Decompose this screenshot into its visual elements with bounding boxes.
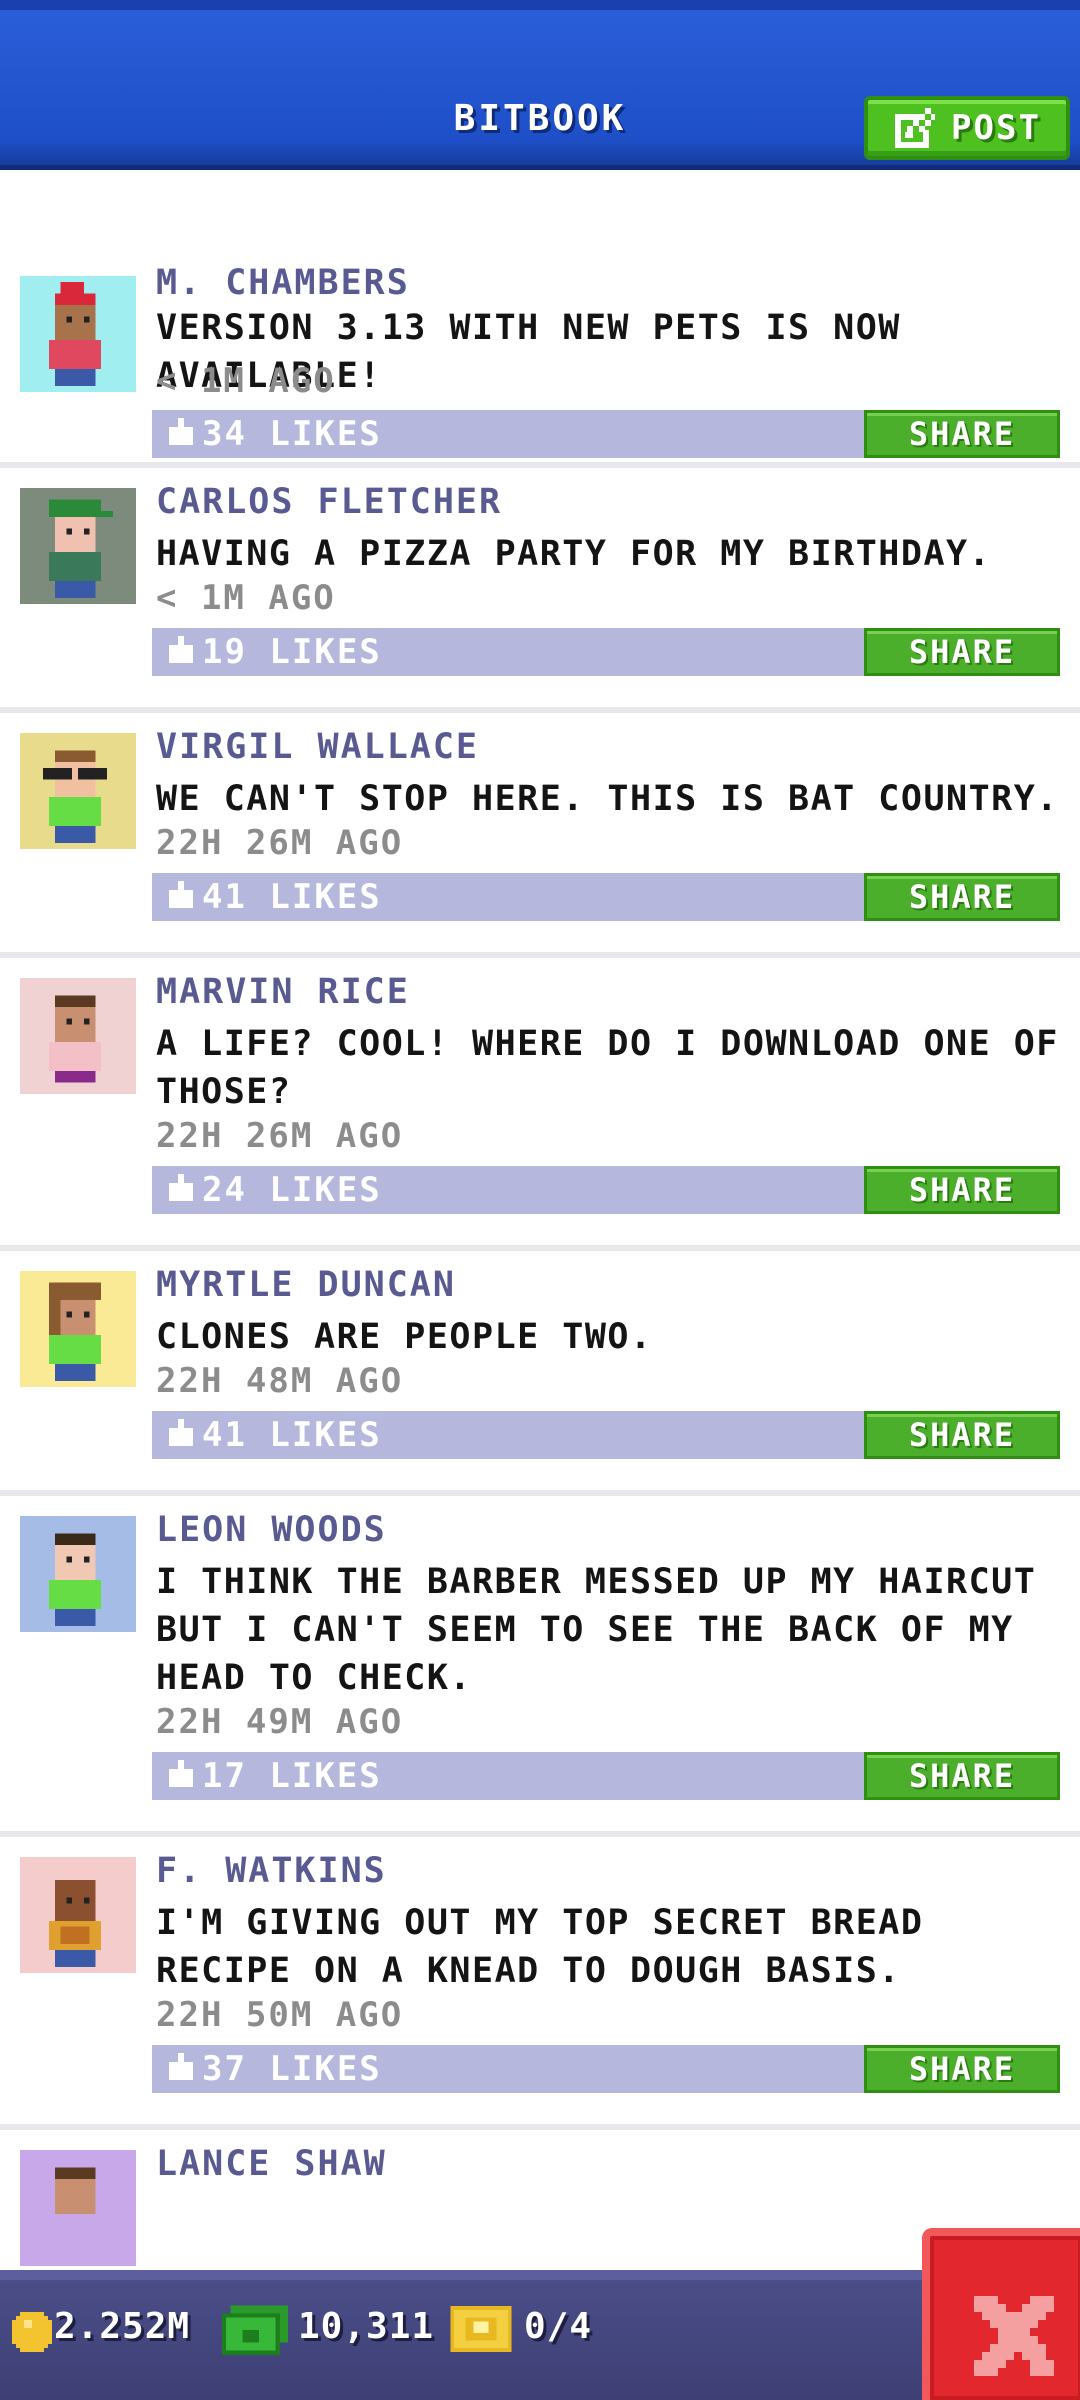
status-bar: 2.252M 10,311 0/4 xyxy=(0,2270,1080,2400)
share-button[interactable]: SHARE xyxy=(864,410,1060,458)
likes-count: 24 LIKES xyxy=(202,1170,382,1210)
close-button[interactable] xyxy=(922,2228,1080,2400)
feed-post: MARVIN RICE A LIFE? COOL! WHERE DO I DOW… xyxy=(0,958,1080,1251)
post-text: CLONES ARE PEOPLE TWO. xyxy=(156,1317,653,1357)
post-timestamp: 22H 26M AGO xyxy=(156,1116,404,1156)
feed-post: VIRGIL WALLACE WE CAN'T STOP HERE. THIS … xyxy=(0,713,1080,958)
post-timestamp: 22H 50M AGO xyxy=(156,1995,404,2035)
bux-icon xyxy=(222,2305,288,2355)
post-text: I'M GIVING OUT MY TOP SECRET BREAD RECIP… xyxy=(156,1903,924,1991)
post-button-label: POST xyxy=(951,108,1041,148)
thumbs-up-icon[interactable] xyxy=(166,1174,196,1204)
post-timestamp: 22H 26M AGO xyxy=(156,823,404,863)
likes-count: 37 LIKES xyxy=(202,2049,382,2089)
coins-count: 2.252M xyxy=(54,2306,191,2347)
likes-bar: 41 LIKES SHARE xyxy=(152,1411,1060,1459)
likes-bar: 24 LIKES SHARE xyxy=(152,1166,1060,1214)
post-author[interactable]: CARLOS FLETCHER xyxy=(156,482,502,522)
likes-bar: 19 LIKES SHARE xyxy=(152,628,1060,676)
post-author[interactable]: M. CHAMBERS xyxy=(156,263,410,303)
likes-count: 17 LIKES xyxy=(202,1756,382,1796)
post-author[interactable]: MYRTLE DUNCAN xyxy=(156,1265,456,1305)
avatar[interactable] xyxy=(20,978,136,1094)
bux-count: 10,311 xyxy=(298,2306,435,2347)
feed-post: CARLOS FLETCHER HAVING A PIZZA PARTY FOR… xyxy=(0,468,1080,713)
post-author[interactable]: LEON WOODS xyxy=(156,1510,387,1550)
avatar[interactable] xyxy=(20,1516,136,1632)
avatar[interactable] xyxy=(20,276,136,392)
likes-count: 41 LIKES xyxy=(202,877,382,917)
thumbs-up-icon[interactable] xyxy=(166,418,196,448)
post-timestamp: < 1M AGO xyxy=(156,578,336,618)
feed-post: MYRTLE DUNCAN CLONES ARE PEOPLE TWO. 22H… xyxy=(0,1251,1080,1496)
thumbs-up-icon[interactable] xyxy=(166,636,196,666)
post-timestamp: 22H 48M AGO xyxy=(156,1361,404,1401)
avatar[interactable] xyxy=(20,488,136,604)
post-author[interactable]: VIRGIL WALLACE xyxy=(156,727,479,767)
feed-post: F. WATKINS I'M GIVING OUT MY TOP SECRET … xyxy=(0,1837,1080,2130)
share-button[interactable]: SHARE xyxy=(864,2045,1060,2093)
feed-list[interactable]: M. CHAMBERS VERSION 3.13 WITH NEW PETS I… xyxy=(0,170,1080,2270)
share-button[interactable]: SHARE xyxy=(864,873,1060,921)
post-author[interactable]: F. WATKINS xyxy=(156,1851,387,1891)
post-text: A LIFE? COOL! WHERE DO I DOWNLOAD ONE OF… xyxy=(156,1024,1059,1112)
ticket-icon xyxy=(450,2306,512,2352)
edit-icon xyxy=(895,108,936,148)
share-button[interactable]: SHARE xyxy=(864,1166,1060,1214)
close-icon xyxy=(974,2296,1054,2376)
thumbs-up-icon[interactable] xyxy=(166,881,196,911)
avatar[interactable] xyxy=(20,1857,136,1973)
likes-bar: 41 LIKES SHARE xyxy=(152,873,1060,921)
thumbs-up-icon[interactable] xyxy=(166,1419,196,1449)
post-text: HAVING A PIZZA PARTY FOR MY BIRTHDAY. xyxy=(156,534,992,574)
post-author[interactable]: LANCE SHAW xyxy=(156,2144,387,2184)
share-button[interactable]: SHARE xyxy=(864,1411,1060,1459)
post-author[interactable]: MARVIN RICE xyxy=(156,972,410,1012)
post-timestamp: < 1M AGO xyxy=(156,361,336,401)
likes-bar: 17 LIKES SHARE xyxy=(152,1752,1060,1800)
share-button[interactable]: SHARE xyxy=(864,1752,1060,1800)
bitbook-screen: BITBOOK POST M. CHAMBERS VERSION 3.13 WI… xyxy=(0,0,1080,2400)
likes-count: 41 LIKES xyxy=(202,1415,382,1455)
feed-post: LANCE SHAW xyxy=(0,2130,1080,2270)
likes-count: 19 LIKES xyxy=(202,632,382,672)
tickets-count: 0/4 xyxy=(524,2306,593,2347)
avatar[interactable] xyxy=(20,1271,136,1387)
avatar[interactable] xyxy=(20,733,136,849)
feed-post: M. CHAMBERS VERSION 3.13 WITH NEW PETS I… xyxy=(0,263,1080,468)
thumbs-up-icon[interactable] xyxy=(166,1760,196,1790)
post-button[interactable]: POST xyxy=(864,96,1070,160)
likes-count: 34 LIKES xyxy=(202,414,382,454)
likes-bar: 34 LIKES SHARE xyxy=(152,410,1060,458)
share-button[interactable]: SHARE xyxy=(864,628,1060,676)
post-timestamp: 22H 49M AGO xyxy=(156,1702,404,1742)
post-text: I THINK THE BARBER MESSED UP MY HAIRCUT … xyxy=(156,1562,1037,1698)
coin-icon xyxy=(12,2312,52,2352)
likes-bar: 37 LIKES SHARE xyxy=(152,2045,1060,2093)
post-text: WE CAN'T STOP HERE. THIS IS BAT COUNTRY. xyxy=(156,779,1059,819)
header-bar: BITBOOK POST xyxy=(0,0,1080,170)
thumbs-up-icon[interactable] xyxy=(166,2053,196,2083)
avatar[interactable] xyxy=(20,2150,136,2266)
feed-post: LEON WOODS I THINK THE BARBER MESSED UP … xyxy=(0,1496,1080,1837)
